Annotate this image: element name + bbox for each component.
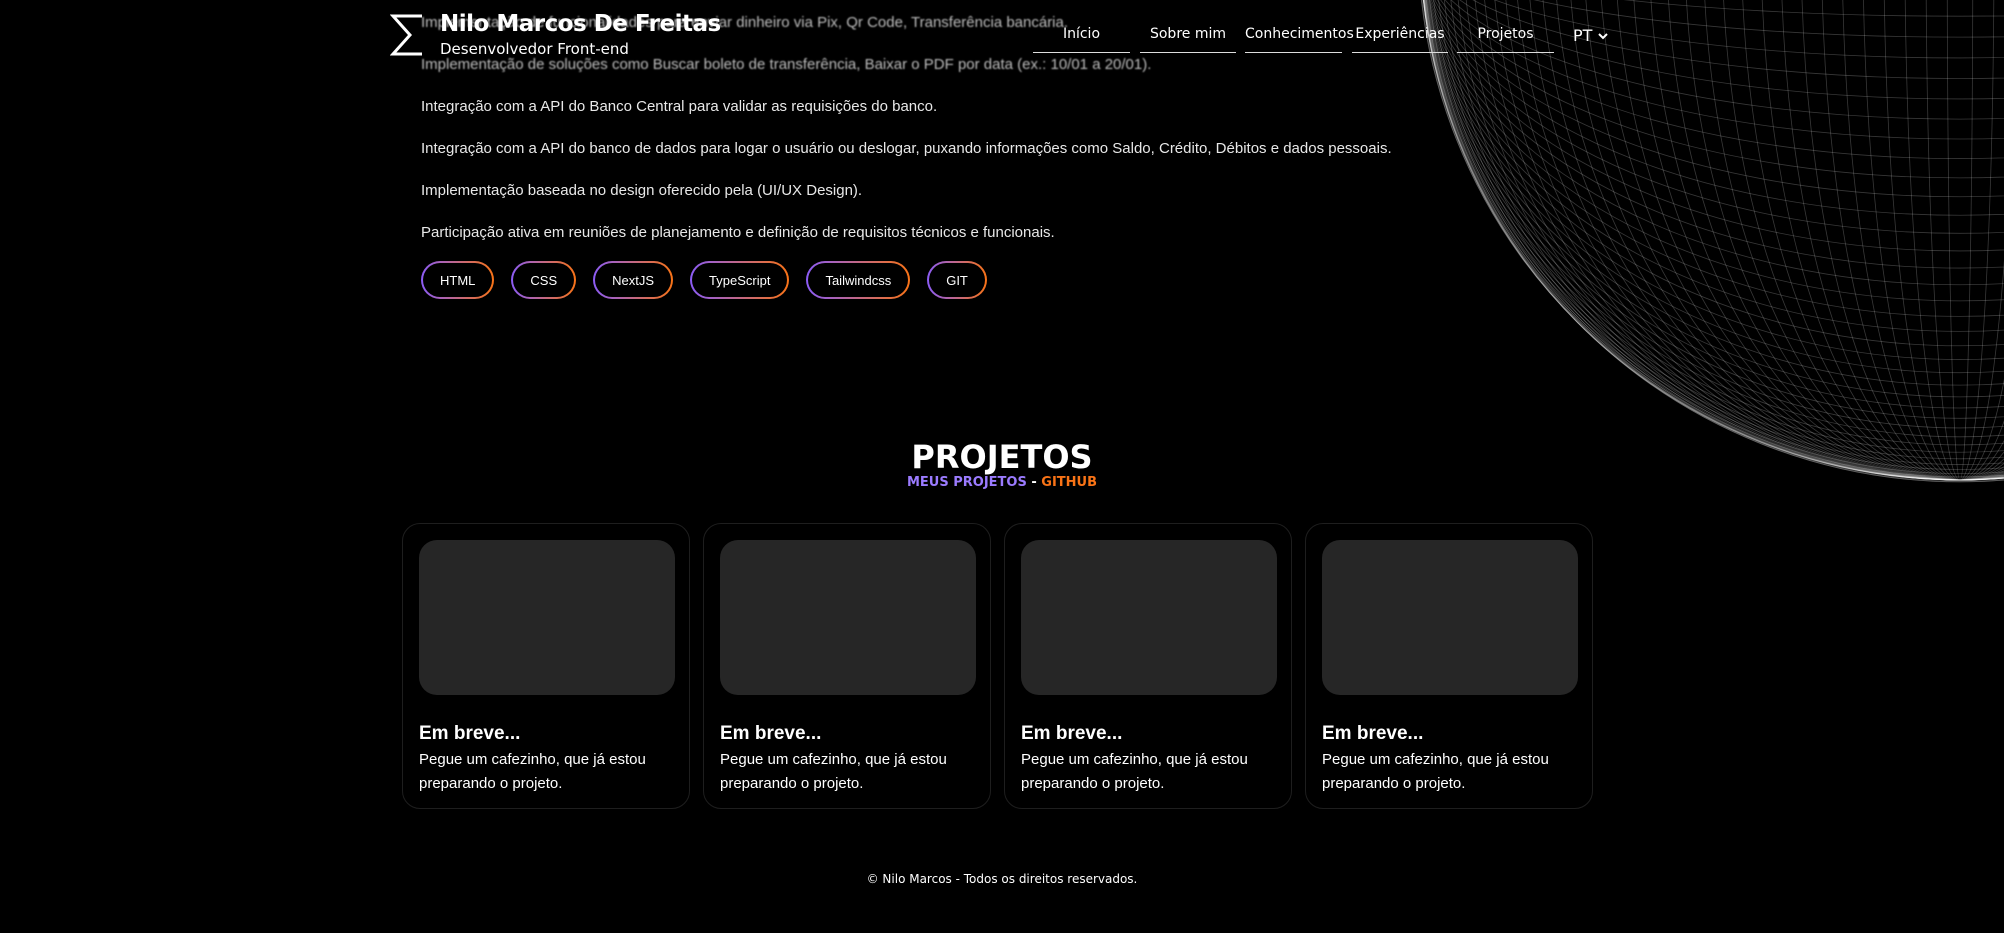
- project-card-title: Em breve...: [1021, 723, 1123, 744]
- sigma-logo-icon[interactable]: [390, 14, 426, 56]
- experience-line: Integração com a API do banco de dados p…: [421, 140, 1392, 157]
- nav-item-inicio[interactable]: Início: [1033, 26, 1130, 53]
- project-card-title: Em breve...: [720, 723, 822, 744]
- project-card-description: Pegue um cafezinho, que já estou prepara…: [1021, 751, 1248, 792]
- experience-line: Implementação baseada no design oferecid…: [421, 182, 863, 199]
- nav-item-projetos[interactable]: Projetos: [1457, 26, 1554, 53]
- tech-tag-tailwindcss: Tailwindcss: [806, 261, 910, 299]
- project-card[interactable]: Em breve... Pegue um cafezinho, que já e…: [1004, 523, 1292, 809]
- project-thumbnail: [419, 540, 675, 695]
- subtitle-github-link[interactable]: GITHUB: [1041, 475, 1097, 490]
- project-card-description: Pegue um cafezinho, que já estou prepara…: [419, 751, 646, 792]
- project-card[interactable]: Em breve... Pegue um cafezinho, que já e…: [703, 523, 991, 809]
- nav-item-sobre-mim[interactable]: Sobre mim: [1140, 26, 1236, 53]
- nav-item-conhecimentos[interactable]: Conhecimentos: [1245, 26, 1354, 53]
- projects-title: PROJETOS: [911, 438, 1093, 476]
- project-thumbnail: [1322, 540, 1578, 695]
- language-selector[interactable]: PT: [1573, 26, 1609, 45]
- project-card-title: Em breve...: [419, 723, 521, 744]
- tech-tag-typescript: TypeScript: [690, 261, 789, 299]
- project-card[interactable]: Em breve... Pegue um cafezinho, que já e…: [1305, 523, 1593, 809]
- tech-tags: HTML CSS NextJS TypeScript Tailwindcss G…: [421, 261, 987, 299]
- tech-tag-git: GIT: [927, 261, 987, 299]
- site-header: Nilo Marcos De Freitas Desenvolvedor Fro…: [0, 0, 2004, 60]
- project-thumbnail: [720, 540, 976, 695]
- language-label: PT: [1573, 26, 1593, 45]
- nav-item-experiencias[interactable]: Experiências: [1352, 26, 1448, 53]
- footer-copyright: © Nilo Marcos - Todos os direitos reserv…: [866, 872, 1138, 886]
- subtitle-separator: -: [1026, 475, 1042, 490]
- experience-line: Participação ativa em reuniões de planej…: [421, 224, 1055, 241]
- brand-role: Desenvolvedor Front-end: [440, 40, 629, 58]
- projects-subtitle: MEUS PROJETOS - GITHUB: [0, 475, 2004, 490]
- project-card[interactable]: Em breve... Pegue um cafezinho, que já e…: [402, 523, 690, 809]
- subtitle-my-projects: MEUS PROJETOS: [906, 475, 1027, 490]
- project-card-description: Pegue um cafezinho, que já estou prepara…: [720, 751, 947, 792]
- tech-tag-css: CSS: [511, 261, 576, 299]
- tech-tag-html: HTML: [421, 261, 494, 299]
- chevron-down-icon: [1598, 32, 1609, 39]
- project-card-description: Pegue um cafezinho, que já estou prepara…: [1322, 751, 1549, 792]
- tech-tag-nextjs: NextJS: [593, 261, 673, 299]
- project-thumbnail: [1021, 540, 1277, 695]
- project-card-title: Em breve...: [1322, 723, 1424, 744]
- project-cards: Em breve... Pegue um cafezinho, que já e…: [402, 523, 1593, 809]
- experience-line: Integração com a API do Banco Central pa…: [421, 98, 938, 115]
- brand-name[interactable]: Nilo Marcos De Freitas: [440, 11, 721, 37]
